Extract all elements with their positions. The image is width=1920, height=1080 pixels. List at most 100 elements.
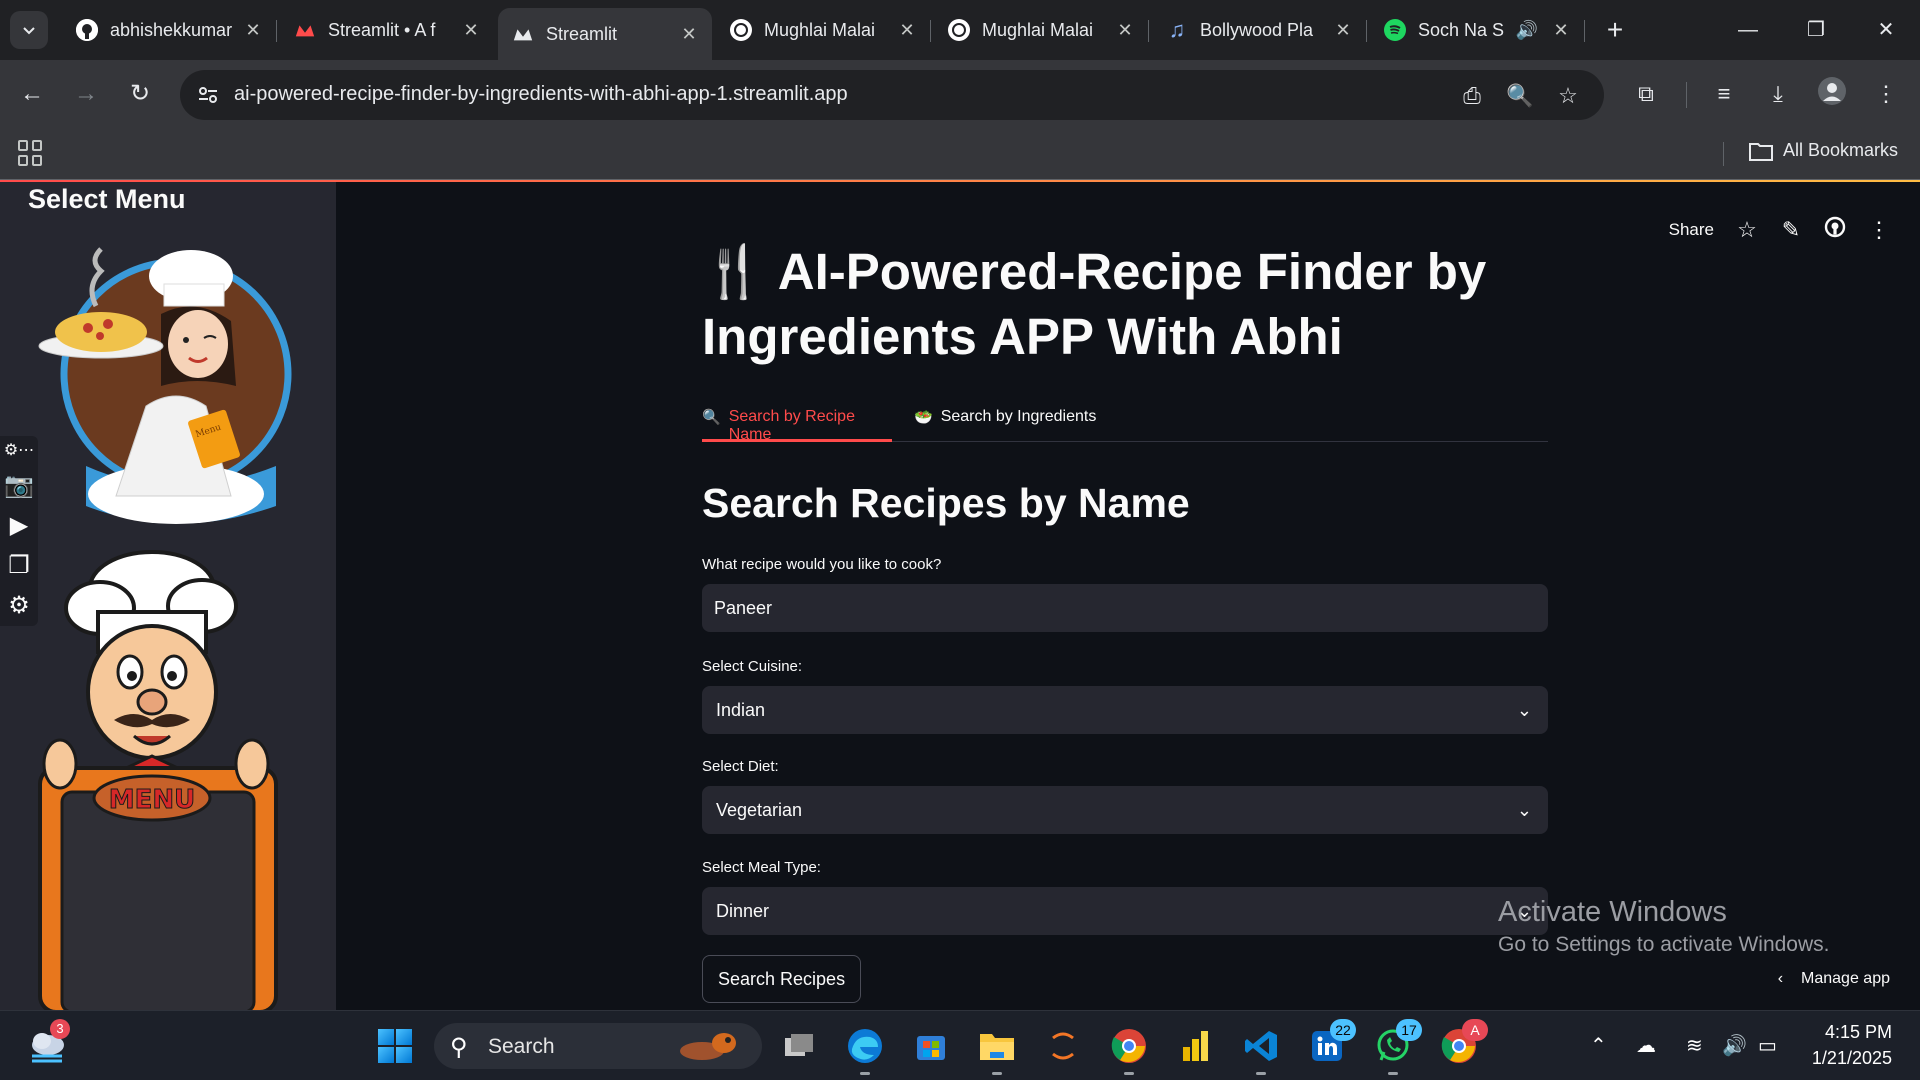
edit-pencil-icon[interactable]: ✎ <box>1780 217 1802 243</box>
browser-tab[interactable]: ♫ Bollywood Pla ✕ <box>1152 8 1367 52</box>
battery-icon[interactable]: ▭ <box>1758 1033 1777 1058</box>
browser-menu-icon[interactable]: ⋮ <box>1868 76 1904 112</box>
search-tabs: 🔍 Search by Recipe Name 🥗 Search by Ingr… <box>702 402 1548 443</box>
tab-title: Bollywood Pla <box>1200 19 1314 40</box>
windows-start-button[interactable] <box>378 1029 412 1063</box>
browser-tab[interactable]: Mughlai Malai ✕ <box>934 8 1149 52</box>
close-icon[interactable]: ✕ <box>1550 20 1572 41</box>
restore-icon[interactable]: ❐ <box>1796 14 1836 46</box>
all-bookmarks-button[interactable]: All Bookmarks <box>1748 140 1898 161</box>
reload-icon[interactable]: ↻ <box>122 76 158 112</box>
linkedin-badge: 22 <box>1330 1019 1356 1041</box>
activate-windows-title: Activate Windows <box>1498 896 1727 928</box>
app-menu-icon[interactable]: ⋮ <box>1868 217 1890 243</box>
profile-avatar[interactable] <box>1814 76 1850 112</box>
github-icon[interactable] <box>1824 216 1846 244</box>
browser-tab[interactable]: abhishekkumar ✕ <box>62 8 277 52</box>
zoom-icon[interactable]: 🔍 <box>1506 82 1534 110</box>
whatsapp-icon[interactable]: 17 <box>1370 1019 1422 1075</box>
volume-icon[interactable]: 🔊 <box>1722 1033 1747 1058</box>
spotify-icon <box>1384 19 1406 41</box>
manage-app-button[interactable]: ‹ Manage app <box>1778 970 1890 988</box>
taskbar-search-box[interactable]: ⚲ Search <box>434 1023 762 1069</box>
browser-toolbar: ← → ↻ ai-powered-recipe-finder-by-ingred… <box>0 60 1920 128</box>
media-control-icon[interactable]: ≡ <box>1706 76 1742 112</box>
linkedin-icon[interactable]: 22 <box>1304 1019 1356 1069</box>
download-icon[interactable]: ⤓ <box>1760 76 1796 112</box>
meal-type-select[interactable]: Dinner ⌄ <box>702 887 1548 935</box>
apps-grid-icon[interactable] <box>18 140 44 166</box>
close-icon[interactable]: ✕ <box>1114 20 1136 41</box>
system-clock[interactable]: 4:15 PM 1/21/2025 <box>1812 1019 1892 1071</box>
tab-search-by-recipe-name[interactable]: 🔍 Search by Recipe Name <box>702 402 892 443</box>
streamlit-icon <box>294 19 316 41</box>
close-icon[interactable]: ✕ <box>678 24 700 45</box>
microsoft-store-icon[interactable] <box>908 1023 954 1069</box>
browser-tab[interactable]: Streamlit • A f ✕ <box>280 8 494 52</box>
url-text: ai-powered-recipe-finder-by-ingredients-… <box>234 83 848 105</box>
toolbar-separator <box>1686 82 1687 108</box>
chrome-profile-badge: A <box>1462 1019 1488 1041</box>
chrome-profile-icon[interactable]: A <box>1436 1019 1488 1069</box>
power-bi-icon[interactable] <box>1172 1023 1218 1069</box>
new-tab-button[interactable]: + <box>1598 14 1632 48</box>
install-app-icon[interactable]: ⎙ <box>1458 82 1486 110</box>
bookmark-star-icon[interactable]: ☆ <box>1554 82 1582 110</box>
activate-windows-subtitle: Go to Settings to activate Windows. <box>1498 933 1830 956</box>
edge-icon[interactable] <box>842 1023 888 1075</box>
page-title-text: AI-Powered-Recipe Finder by Ingredients … <box>702 243 1487 365</box>
minimize-icon[interactable]: — <box>1728 14 1768 46</box>
running-indicator <box>1388 1072 1398 1075</box>
share-button[interactable]: Share <box>1669 220 1714 240</box>
tab-label: Search by Recipe Name <box>728 408 855 443</box>
window-capture-icon[interactable]: ❐ <box>0 546 38 586</box>
forward-icon[interactable]: → <box>68 76 104 112</box>
search-recipes-button[interactable]: Search Recipes <box>702 955 862 1003</box>
show-hidden-icons-chevron[interactable]: ⌃ <box>1590 1033 1607 1058</box>
close-window-icon[interactable]: ✕ <box>1866 14 1906 46</box>
code-editor-icon[interactable] <box>1040 1023 1086 1069</box>
file-explorer-icon[interactable] <box>974 1023 1020 1075</box>
running-indicator <box>1256 1072 1266 1075</box>
tab-separator <box>276 20 277 42</box>
browser-tab-strip: abhishekkumar ✕ Streamlit • A f ✕ Stream… <box>0 0 1920 60</box>
diet-select[interactable]: Vegetarian ⌄ <box>702 786 1548 834</box>
recipe-name-input[interactable]: Paneer <box>702 584 1548 632</box>
close-icon[interactable]: ✕ <box>896 20 918 41</box>
tab-search-button[interactable] <box>10 11 48 49</box>
site-info-icon[interactable] <box>196 83 220 107</box>
tab-separator <box>930 20 931 42</box>
address-bar[interactable]: ai-powered-recipe-finder-by-ingredients-… <box>180 70 1604 120</box>
cuisine-select[interactable]: Indian ⌄ <box>702 686 1548 734</box>
onedrive-error-icon[interactable]: ☁ <box>1636 1033 1656 1058</box>
close-icon[interactable]: ✕ <box>242 20 264 41</box>
chevron-down-icon: ⌄ <box>1516 700 1532 720</box>
browser-tab-active[interactable]: Streamlit ✕ <box>498 8 712 60</box>
tab-title: abhishekkumar <box>110 19 233 40</box>
search-icon: ⚲ <box>450 1034 468 1061</box>
clock-time: 4:15 PM <box>1824 1022 1892 1042</box>
tab-search-by-ingredients[interactable]: 🥗 Search by Ingredients <box>914 402 1104 442</box>
tab-separator <box>1366 20 1367 42</box>
browser-tab[interactable]: Soch Na S 🔊 ✕ <box>1370 8 1585 52</box>
close-icon[interactable]: ✕ <box>460 20 482 41</box>
all-bookmarks-label: All Bookmarks <box>1782 140 1898 160</box>
more-tools-icon[interactable]: ⚙⋯ <box>0 436 38 466</box>
vscode-icon[interactable] <box>1238 1023 1284 1075</box>
speaker-icon[interactable]: 🔊 <box>1516 20 1538 41</box>
task-view-icon[interactable] <box>776 1023 822 1069</box>
diet-selected-value: Vegetarian <box>716 800 803 820</box>
sidebar: Select Menu Menu MENU ⚙⋯ 📷 ▶ ❐ ⚙ <box>0 182 336 1010</box>
chevron-down-icon: ⌄ <box>1516 800 1532 820</box>
chrome-icon[interactable] <box>1106 1023 1152 1075</box>
cuisine-field-label: Select Cuisine: <box>702 658 803 675</box>
camera-icon[interactable]: 📷 <box>0 466 38 506</box>
settings-gear-icon[interactable]: ⚙ <box>0 586 38 626</box>
close-icon[interactable]: ✕ <box>1332 20 1354 41</box>
back-icon[interactable]: ← <box>14 76 50 112</box>
star-icon[interactable]: ☆ <box>1736 217 1758 243</box>
video-icon[interactable]: ▶ <box>0 506 38 546</box>
browser-tab[interactable]: Mughlai Malai ✕ <box>716 8 931 52</box>
extensions-icon[interactable]: ⧉ <box>1628 76 1664 112</box>
wifi-icon[interactable]: ≋ <box>1686 1033 1703 1058</box>
